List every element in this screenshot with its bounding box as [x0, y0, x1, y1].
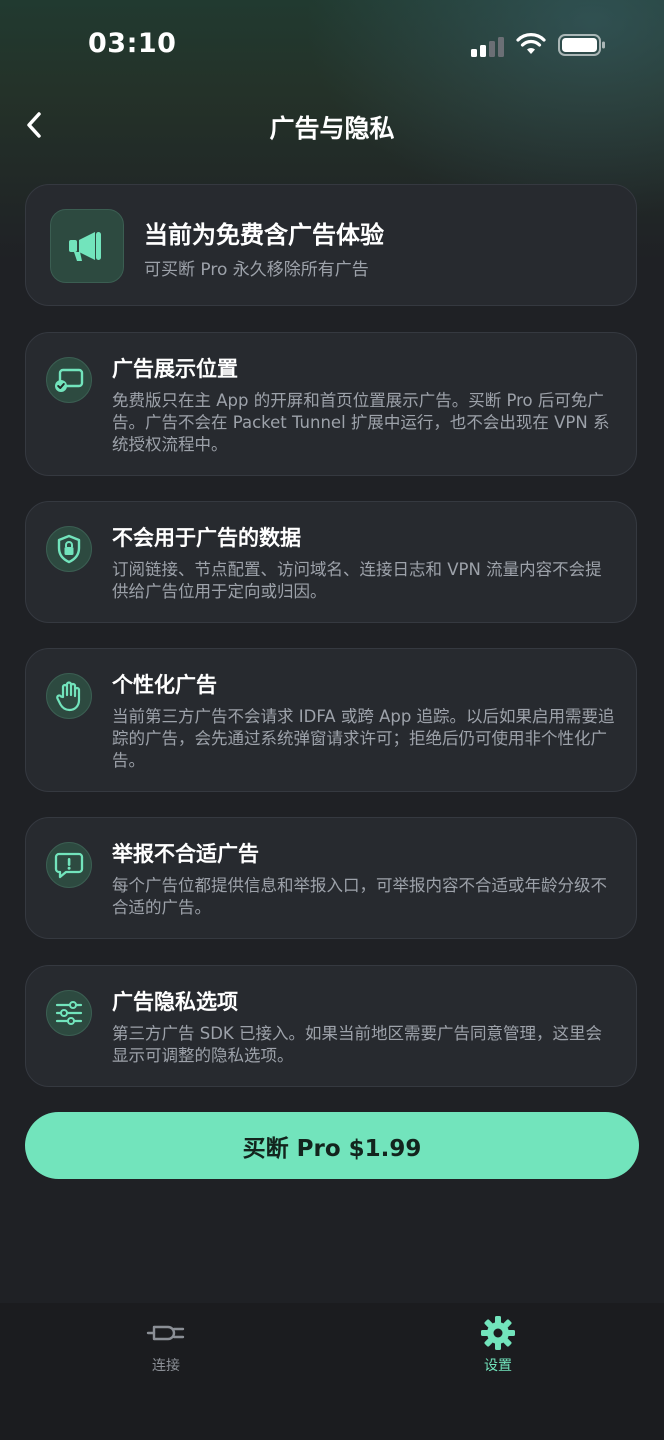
card-title: 不会用于广告的数据	[112, 526, 301, 550]
screen-check-icon	[46, 357, 92, 403]
status-time: 03:10	[88, 28, 177, 59]
page-title: 广告与隐私	[269, 114, 395, 143]
hand-icon	[46, 673, 92, 719]
card-title: 举报不合适广告	[112, 842, 259, 866]
shield-lock-icon	[46, 526, 92, 572]
card-body: 第三方广告 SDK 已接入。如果当前地区需要广告同意管理，这里会显示可调整的隐私…	[112, 1024, 602, 1065]
card-body: 订阅链接、节点配置、访问域名、连接日志和 VPN 流量内容不会提供给广告位用于定…	[112, 560, 602, 601]
data-not-used-card: 不会用于广告的数据 订阅链接、节点配置、访问域名、连接日志和 VPN 流量内容不…	[25, 501, 637, 623]
battery-icon	[558, 34, 605, 56]
navigation-bar: 广告与隐私	[0, 95, 664, 155]
megaphone-icon	[50, 209, 124, 283]
card-title: 广告展示位置	[112, 357, 238, 381]
ad-privacy-options-card[interactable]: 广告隐私选项 第三方广告 SDK 已接入。如果当前地区需要广告同意管理，这里会显…	[25, 965, 637, 1087]
ad-placement-card: 广告展示位置 免费版只在主 App 的开屏和首页位置展示广告。买断 Pro 后可…	[25, 332, 637, 476]
status-bar: 03:10	[0, 0, 664, 90]
tab-label: 设置	[484, 1358, 512, 1374]
buy-pro-button[interactable]: 买断 Pro $1.99	[25, 1112, 639, 1179]
card-body: 免费版只在主 App 的开屏和首页位置展示广告。买断 Pro 后可免广告。广告不…	[112, 391, 610, 454]
personalized-ads-card: 个性化广告 当前第三方广告不会请求 IDFA 或跨 App 追踪。以后如果启用需…	[25, 648, 637, 792]
wifi-icon	[516, 33, 546, 54]
cellular-signal-icon	[471, 35, 505, 57]
ad-status-subtitle: 可买断 Pro 永久移除所有广告	[144, 260, 369, 280]
plug-icon	[146, 1313, 186, 1353]
card-title: 个性化广告	[112, 673, 217, 697]
tab-settings[interactable]: 设置	[438, 1313, 558, 1383]
ad-status-title: 当前为免费含广告体验	[144, 221, 384, 249]
report-ads-card: 举报不合适广告 每个广告位都提供信息和举报入口，可举报内容不合适或年龄分级不合适…	[25, 817, 637, 939]
tab-bar: 连接 设置	[0, 1303, 664, 1440]
ad-status-card: 当前为免费含广告体验 可买断 Pro 永久移除所有广告	[25, 184, 637, 306]
tab-label: 连接	[152, 1358, 180, 1374]
card-body: 当前第三方广告不会请求 IDFA 或跨 App 追踪。以后如果启用需要追踪的广告…	[112, 707, 615, 770]
tab-connect[interactable]: 连接	[106, 1313, 226, 1383]
report-bubble-icon	[46, 842, 92, 888]
card-body: 每个广告位都提供信息和举报入口，可举报内容不合适或年龄分级不合适的广告。	[112, 876, 607, 917]
gear-icon	[478, 1313, 518, 1353]
card-title: 广告隐私选项	[112, 990, 238, 1014]
sliders-icon	[46, 990, 92, 1036]
